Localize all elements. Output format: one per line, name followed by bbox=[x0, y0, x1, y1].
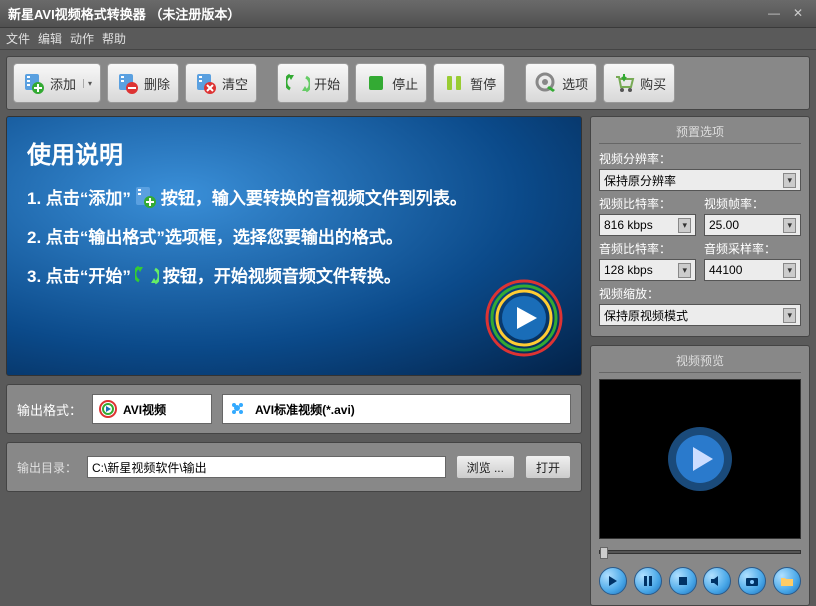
video-fps-combo[interactable]: 25.00 bbox=[704, 214, 801, 236]
video-bitrate-combo[interactable]: 816 kbps bbox=[599, 214, 696, 236]
buy-button[interactable]: 购买 bbox=[603, 63, 675, 103]
start-label: 开始 bbox=[314, 74, 340, 93]
menu-action[interactable]: 动作 bbox=[70, 30, 94, 47]
play-graphic bbox=[485, 279, 563, 357]
window-title: 新星AVI视频格式转换器 （未注册版本） bbox=[8, 4, 760, 23]
player-pause-button[interactable] bbox=[634, 567, 662, 595]
avi-detail-icon bbox=[229, 400, 249, 418]
open-folder-button[interactable] bbox=[773, 567, 801, 595]
preset-panel-title: 预置选项 bbox=[599, 123, 801, 144]
gear-icon bbox=[534, 71, 558, 95]
video-scale-label: 视频缩放： bbox=[599, 285, 801, 302]
menu-edit[interactable]: 编辑 bbox=[38, 30, 62, 47]
stop-label: 停止 bbox=[392, 74, 418, 93]
browse-button[interactable]: 浏览 ... bbox=[456, 455, 515, 479]
cart-icon bbox=[612, 71, 636, 95]
output-dir-label: 输出目录： bbox=[17, 459, 77, 476]
toolbar: 添加 删除 清空 开始 停止 暂停 选项 购买 bbox=[6, 56, 810, 110]
delete-button[interactable]: 删除 bbox=[107, 63, 179, 103]
instructions-panel: 使用说明 1. 点击“添加” 按钮，输入要转换的音视频文件到列表。 2. 点击“… bbox=[6, 116, 582, 376]
video-preview-area bbox=[599, 379, 801, 539]
start-button[interactable]: 开始 bbox=[277, 63, 349, 103]
snapshot-button[interactable] bbox=[738, 567, 766, 595]
buy-label: 购买 bbox=[640, 74, 666, 93]
volume-button[interactable] bbox=[703, 567, 731, 595]
output-format-row: 输出格式： AVI视频 AVI标准视频(*.avi) bbox=[6, 384, 582, 434]
play-button[interactable] bbox=[599, 567, 627, 595]
menubar: 文件 编辑 动作 帮助 bbox=[0, 28, 816, 50]
audio-sample-combo[interactable]: 44100 bbox=[704, 259, 801, 281]
stop-icon bbox=[364, 71, 388, 95]
video-res-label: 视频分辨率： bbox=[599, 150, 801, 167]
video-res-combo[interactable]: 保持原分辨率 bbox=[599, 169, 801, 191]
pause-icon bbox=[442, 71, 466, 95]
audio-bitrate-combo[interactable]: 128 kbps bbox=[599, 259, 696, 281]
seek-slider[interactable] bbox=[599, 545, 801, 559]
start-icon bbox=[286, 71, 310, 95]
avi-category-icon bbox=[99, 400, 117, 418]
instruction-step-3: 3. 点击“开始” 按钮，开始视频音频文件转换。 bbox=[27, 262, 561, 287]
refresh-icon bbox=[135, 264, 159, 286]
audio-sample-label: 音频采样率： bbox=[704, 240, 801, 257]
output-format-category[interactable]: AVI视频 bbox=[92, 394, 212, 424]
player-controls bbox=[599, 567, 801, 595]
close-button[interactable]: ✕ bbox=[788, 6, 808, 22]
clear-label: 清空 bbox=[222, 74, 248, 93]
add-label: 添加 bbox=[50, 74, 76, 93]
instruction-step-2: 2. 点击“输出格式”选项框，选择您要输出的格式。 bbox=[27, 223, 561, 248]
add-button[interactable]: 添加 bbox=[13, 63, 101, 103]
video-scale-combo[interactable]: 保持原视频模式 bbox=[599, 304, 801, 326]
instruction-step-1: 1. 点击“添加” 按钮，输入要转换的音视频文件到列表。 bbox=[27, 184, 561, 209]
output-dir-row: 输出目录： 浏览 ... 打开 bbox=[6, 442, 582, 492]
stop-button[interactable]: 停止 bbox=[355, 63, 427, 103]
clear-icon bbox=[194, 71, 218, 95]
open-button[interactable]: 打开 bbox=[525, 455, 571, 479]
preset-panel: 预置选项 视频分辨率： 保持原分辨率 视频比特率： 816 kbps 视频帧率：… bbox=[590, 116, 810, 337]
instructions-heading: 使用说明 bbox=[27, 135, 561, 170]
delete-label: 删除 bbox=[144, 74, 170, 93]
output-format-detail[interactable]: AVI标准视频(*.avi) bbox=[222, 394, 571, 424]
output-dir-input[interactable] bbox=[87, 456, 446, 478]
pause-button[interactable]: 暂停 bbox=[433, 63, 505, 103]
minimize-button[interactable]: — bbox=[764, 6, 784, 22]
pause-label: 暂停 bbox=[470, 74, 496, 93]
menu-file[interactable]: 文件 bbox=[6, 30, 30, 47]
options-label: 选项 bbox=[562, 74, 588, 93]
player-stop-button[interactable] bbox=[669, 567, 697, 595]
preview-panel: 视频预览 bbox=[590, 345, 810, 606]
audio-bitrate-label: 音频比特率： bbox=[599, 240, 696, 257]
video-fps-label: 视频帧率： bbox=[704, 195, 801, 212]
film-add-icon bbox=[135, 186, 157, 208]
preview-panel-title: 视频预览 bbox=[599, 352, 801, 373]
video-bitrate-label: 视频比特率： bbox=[599, 195, 696, 212]
titlebar: 新星AVI视频格式转换器 （未注册版本） — ✕ bbox=[0, 0, 816, 28]
output-format-label: 输出格式： bbox=[17, 400, 82, 419]
menu-help[interactable]: 帮助 bbox=[102, 30, 126, 47]
add-icon bbox=[22, 71, 46, 95]
clear-button[interactable]: 清空 bbox=[185, 63, 257, 103]
options-button[interactable]: 选项 bbox=[525, 63, 597, 103]
delete-icon bbox=[116, 71, 140, 95]
